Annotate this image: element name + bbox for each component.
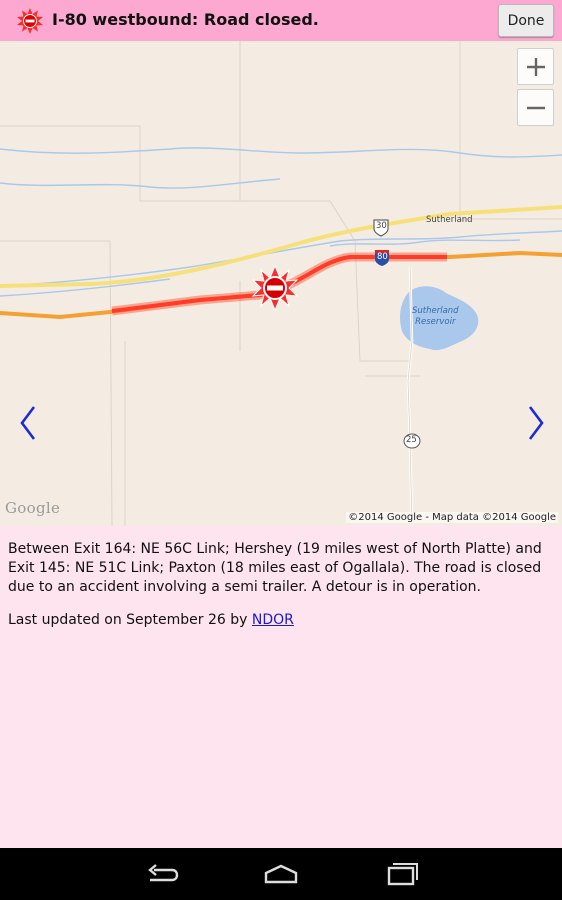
done-button[interactable]: Done (498, 4, 554, 37)
google-logo: Google (5, 499, 61, 517)
ndor-link[interactable]: NDOR (252, 612, 294, 628)
chevron-left-icon[interactable] (16, 403, 40, 443)
incident-description: Between Exit 164: NE 56C Link; Hershey (… (8, 541, 542, 595)
map-canvas[interactable] (0, 41, 562, 526)
map-attribution: ©2014 Google - Map data ©2014 Google (346, 512, 558, 523)
page-title: I-80 westbound: Road closed. (52, 10, 319, 29)
zoom-in-button[interactable] (517, 48, 554, 85)
minus-icon (526, 106, 545, 109)
home-icon[interactable] (263, 862, 299, 886)
header-bar: I-80 westbound: Road closed. Done (0, 0, 562, 41)
place-label-sutherland: Sutherland (426, 215, 473, 225)
plus-icon (526, 57, 545, 76)
shield-ne25-label: 25 (406, 435, 417, 445)
recent-apps-icon[interactable] (383, 862, 419, 886)
zoom-out-button[interactable] (517, 89, 554, 126)
map-view[interactable]: 30 80 25 Sutherland Sutherland Reservoir… (0, 41, 562, 526)
chevron-right-icon[interactable] (524, 403, 548, 443)
shield-i80-label: 80 (377, 252, 388, 262)
shield-us30-label: 30 (376, 221, 387, 231)
road-closed-icon (17, 8, 43, 34)
place-label-reservoir: Sutherland Reservoir (412, 306, 459, 327)
back-icon[interactable] (144, 862, 180, 886)
system-nav-bar (0, 848, 562, 900)
last-updated-text: Last updated on September 26 by (8, 612, 252, 628)
last-updated: Last updated on September 26 by NDOR (8, 612, 294, 628)
